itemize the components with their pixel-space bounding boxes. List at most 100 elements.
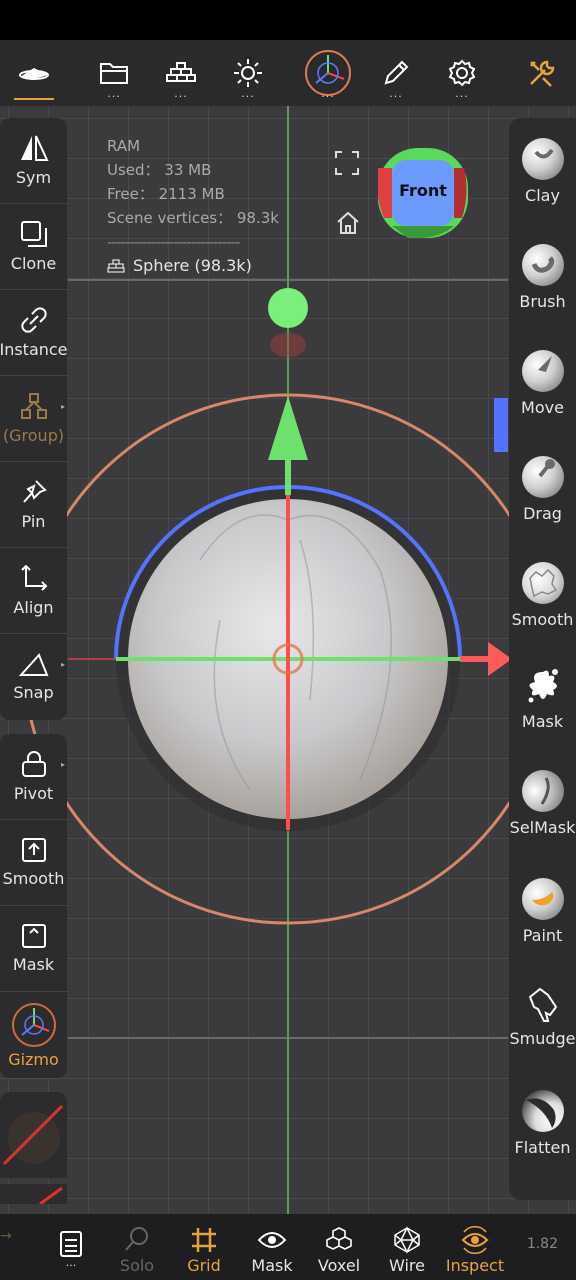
- selmask-label: SelMask: [509, 817, 576, 837]
- brush-label: Brush: [519, 291, 566, 311]
- material-button[interactable]: [0, 1092, 67, 1178]
- flatten-brush-button[interactable]: Flatten: [509, 1070, 576, 1176]
- clay-label: Clay: [525, 185, 560, 205]
- gizmo-button[interactable]: ...: [300, 40, 356, 106]
- gizmo-tool-label: Gizmo: [8, 1049, 59, 1069]
- smooth-brush-button[interactable]: Smooth: [509, 542, 576, 648]
- instance-label: Instance: [0, 340, 68, 359]
- tools-button[interactable]: [514, 40, 570, 106]
- pen-icon: [384, 60, 409, 85]
- symmetry-icon: [20, 135, 49, 161]
- mask-view-label: Mask: [251, 1256, 293, 1275]
- solo-button[interactable]: Solo: [104, 1214, 170, 1280]
- side-handle[interactable]: [494, 398, 508, 452]
- submenu-arrow-icon: ▸: [60, 402, 65, 411]
- mask-label: Mask: [521, 711, 564, 731]
- fullscreen-icon: [335, 151, 359, 175]
- grid-icon: [192, 1228, 216, 1252]
- zoom-level: 1.82: [526, 1236, 558, 1252]
- left-toolbar: Sym Clone Instance (Group) ▸ Pin Align S…: [0, 118, 68, 1204]
- solo-label: Solo: [119, 1256, 155, 1275]
- mask-gizmo-label: Mask: [12, 955, 55, 974]
- gizmo-tool-button[interactable]: Gizmo: [0, 992, 67, 1078]
- gizmo-y-arrow[interactable]: [268, 396, 308, 460]
- scene-button[interactable]: [6, 40, 62, 106]
- smooth-brush-icon: [521, 561, 564, 604]
- material-button-2[interactable]: [0, 1184, 67, 1204]
- clone-icon: [20, 221, 47, 247]
- clay-brush-button[interactable]: Clay: [509, 118, 576, 224]
- fullscreen-button[interactable]: [334, 150, 360, 176]
- drag-brush-button[interactable]: Drag: [509, 436, 576, 542]
- layers-dots: ...: [65, 1256, 77, 1269]
- upload-box-icon: [21, 838, 46, 862]
- view-cube[interactable]: Front: [378, 148, 468, 238]
- smudge-brush-button[interactable]: Smudge: [509, 964, 576, 1070]
- voxel-label: Voxel: [317, 1256, 361, 1275]
- drag-label: Drag: [523, 503, 562, 523]
- mask-gizmo-button[interactable]: Mask: [0, 906, 67, 992]
- group-icon: [20, 393, 47, 419]
- gizmo-y-scale-handle[interactable]: [268, 288, 308, 328]
- gizmo-x-shaft[interactable]: [460, 656, 488, 662]
- mask-brush-button[interactable]: Mask: [509, 648, 576, 748]
- scene-canvas[interactable]: [0, 106, 576, 1214]
- voxel-button[interactable]: Voxel: [306, 1214, 372, 1280]
- move-label: Move: [521, 397, 564, 417]
- 3d-viewport[interactable]: Front: [0, 106, 576, 1214]
- pin-icon: [22, 480, 47, 503]
- splat-icon: [528, 668, 558, 702]
- magnifier-icon: [125, 1227, 148, 1251]
- wireframe-icon: [394, 1226, 420, 1254]
- brush-button[interactable]: ...: [368, 40, 424, 106]
- clone-label: Clone: [10, 254, 57, 273]
- settings-button[interactable]: ...: [434, 40, 490, 106]
- gizmo-y-shaft[interactable]: [285, 455, 291, 495]
- eye-icon: [257, 1232, 287, 1248]
- inspect-label: Inspect: [445, 1256, 505, 1275]
- folder-icon: [100, 63, 128, 84]
- group-button[interactable]: (Group) ▸: [0, 376, 67, 462]
- status-bar: [0, 0, 576, 40]
- paint-brush-button[interactable]: Paint: [509, 858, 576, 964]
- ram-used: Used： 33 MB: [107, 161, 212, 179]
- selected-object[interactable]: Sphere (98.3k): [107, 254, 279, 278]
- snap-button[interactable]: Snap ▸: [0, 634, 67, 720]
- layers-button[interactable]: ...: [38, 1214, 104, 1280]
- selected-object-label: Sphere (98.3k): [133, 256, 252, 275]
- bricks-icon: [166, 62, 196, 82]
- light-button[interactable]: ...: [220, 40, 276, 106]
- grid-button[interactable]: Grid: [171, 1214, 237, 1280]
- link-icon: [20, 307, 47, 333]
- scene-list-button[interactable]: ...: [153, 40, 209, 106]
- brush-tool-button[interactable]: Brush: [509, 224, 576, 330]
- move-brush-button[interactable]: Move: [509, 330, 576, 436]
- finger-icon: [528, 987, 557, 1022]
- align-button[interactable]: Align: [0, 548, 67, 634]
- sym-button[interactable]: Sym: [0, 118, 67, 204]
- home-button[interactable]: [335, 210, 361, 236]
- instance-button[interactable]: Instance: [0, 290, 68, 376]
- mask-view-button[interactable]: Mask: [239, 1214, 305, 1280]
- top-toolbar: ... ... ... ... ... ...: [0, 40, 576, 106]
- files-button[interactable]: ...: [86, 40, 142, 106]
- lock-icon: [21, 751, 46, 777]
- selmask-brush-button[interactable]: SelMask: [509, 748, 576, 858]
- clone-button[interactable]: Clone: [0, 204, 67, 290]
- voxel-icon: [326, 1227, 352, 1250]
- smooth-gizmo-button[interactable]: Smooth: [0, 820, 67, 906]
- align-label: Align: [13, 598, 54, 617]
- home-icon: [337, 211, 359, 234]
- grid-label: Grid: [187, 1256, 221, 1275]
- inspect-button[interactable]: Inspect: [441, 1214, 509, 1280]
- wrench-icon: [530, 60, 555, 87]
- triangle-icon: [18, 652, 48, 676]
- bottom-left-arrow[interactable]: →: [0, 1228, 14, 1264]
- drag-brush-icon: [521, 455, 564, 498]
- material-preview-2-icon: [39, 1186, 63, 1204]
- pivot-button[interactable]: Pivot ▸: [0, 734, 67, 820]
- wire-button[interactable]: Wire: [374, 1214, 440, 1280]
- view-cube-label: Front: [399, 181, 447, 200]
- pin-button[interactable]: Pin: [0, 462, 67, 548]
- smudge-label: Smudge: [509, 1028, 576, 1048]
